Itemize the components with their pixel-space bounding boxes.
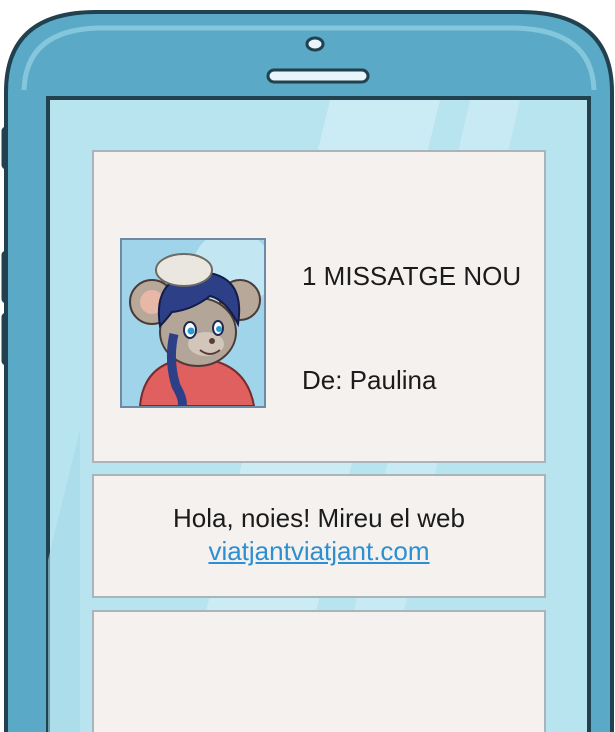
notification-sender: De: Paulina [302,365,437,395]
mouse-girl-avatar-icon [122,240,264,406]
website-link[interactable]: viatjantviatjant.com [208,536,429,566]
phone-scene: 1 MISSATGE NOU De: Paulina Hola, noies! … [0,0,615,732]
message-panel: Hola, noies! Mireu el web viatjantviatja… [92,474,546,598]
message-link-line: viatjantviatjant.com [94,535,544,568]
message-text: Hola, noies! Mireu el web [173,503,465,533]
camera-icon [305,36,325,52]
speaker-grille [266,68,370,84]
sender-avatar [120,238,266,408]
notification-title: 1 MISSATGE NOU [302,261,522,291]
avatar-hat [155,253,213,287]
empty-message-panel [92,610,546,732]
notification-panel[interactable]: 1 MISSATGE NOU De: Paulina [92,150,546,463]
